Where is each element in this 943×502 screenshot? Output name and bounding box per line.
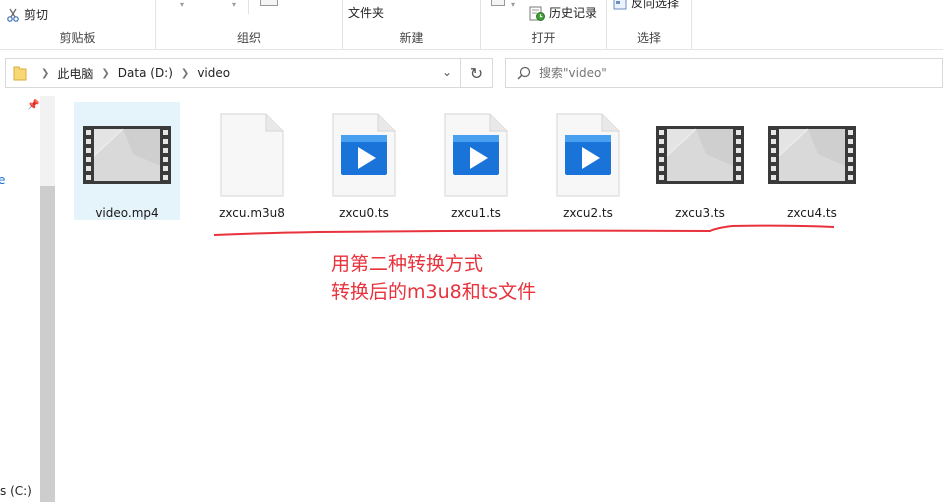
file-item[interactable]: zxcu4.ts	[759, 102, 865, 220]
cut-button[interactable]: 剪切	[6, 6, 48, 23]
folder-icon	[13, 66, 27, 81]
address-bar[interactable]: ❯ 此电脑 ❯ Data (D:) ❯ video ⌄	[5, 58, 461, 88]
video-thumbnail-icon	[768, 126, 856, 184]
file-name: zxcu.m3u8	[219, 206, 285, 220]
search-box[interactable]	[505, 58, 943, 88]
annotation-text: 用第二种转换方式 转换后的m3u8和ts文件	[331, 250, 536, 306]
navigation-row: ❯ 此电脑 ❯ Data (D:) ❯ video ⌄ ↻	[0, 50, 943, 96]
file-thumbnail	[647, 110, 753, 200]
organize-divider	[248, 0, 249, 14]
media-player-icon	[556, 113, 620, 197]
annotation-line-1: 用第二种转换方式	[331, 253, 484, 275]
video-thumbnail-icon	[656, 126, 744, 184]
file-name: zxcu3.ts	[675, 206, 725, 220]
address-dropdown-icon[interactable]: ⌄	[442, 65, 452, 79]
file-item[interactable]: zxcu3.ts	[647, 102, 753, 220]
file-name: zxcu1.ts	[451, 206, 501, 220]
file-item[interactable]: video.mp4	[74, 102, 180, 220]
move-to-dropdown-icon[interactable]: ▾	[180, 0, 184, 9]
history-icon	[529, 6, 545, 21]
video-thumbnail-icon	[83, 126, 171, 184]
select-group-label: 选择	[636, 31, 661, 45]
nav-partial-label[interactable]: e	[0, 173, 5, 187]
blank-file-icon	[220, 113, 284, 197]
open-group-label: 打开	[531, 31, 556, 45]
search-icon	[517, 66, 531, 80]
file-item[interactable]: zxcu2.ts	[535, 102, 641, 220]
navigation-scrollbar[interactable]	[40, 96, 55, 502]
history-label: 历史记录	[549, 6, 598, 20]
new-group: 文件夹 新建	[343, 0, 481, 50]
open-dropdown-icon[interactable]: ▾	[511, 0, 515, 9]
file-thumbnail	[74, 110, 180, 200]
select-group: 反向选择 选择	[607, 0, 692, 50]
file-item[interactable]: zxcu1.ts	[423, 102, 529, 220]
file-item[interactable]: zxcu.m3u8	[199, 102, 305, 220]
scissors-icon	[7, 8, 19, 22]
new-folder-button[interactable]: 文件夹	[348, 4, 384, 21]
file-name: zxcu2.ts	[563, 206, 613, 220]
history-button[interactable]: 历史记录	[529, 4, 597, 21]
organize-group-label: 组织	[236, 31, 261, 45]
file-item[interactable]: zxcu0.ts	[311, 102, 417, 220]
breadcrumb-data-drive[interactable]: Data (D:)	[118, 66, 173, 80]
properties-partial-icon[interactable]	[491, 0, 505, 6]
media-player-icon	[332, 113, 396, 197]
refresh-button[interactable]: ↻	[461, 58, 493, 88]
invert-selection-label: 反向选择	[631, 0, 680, 10]
media-player-icon	[444, 113, 508, 197]
invert-selection-button[interactable]: 反向选择	[613, 0, 679, 11]
file-thumbnail	[759, 110, 865, 200]
file-name: video.mp4	[95, 206, 159, 220]
organize-group: ▾ ▾ 组织	[156, 0, 343, 50]
scrollbar-thumb[interactable]	[40, 186, 55, 502]
clipboard-group-label: 剪贴板	[59, 31, 96, 45]
copy-to-dropdown-icon[interactable]: ▾	[232, 0, 236, 9]
cut-label: 剪切	[24, 8, 49, 22]
search-input[interactable]	[539, 66, 919, 80]
file-thumbnail	[423, 110, 529, 200]
ribbon: 剪切 剪贴板 ▾ ▾ 组织 文件夹 新建 ▾ 历史记录 打开 反向选择 选择	[0, 0, 943, 50]
breadcrumb-separator-icon[interactable]: ❯	[41, 68, 49, 79]
file-name: zxcu0.ts	[339, 206, 389, 220]
breadcrumb-video[interactable]: video	[197, 66, 230, 80]
nav-drive-c[interactable]: s (C:)	[0, 484, 32, 498]
file-thumbnail	[535, 110, 641, 200]
file-thumbnail	[311, 110, 417, 200]
annotation-line-2: 转换后的m3u8和ts文件	[331, 281, 537, 303]
file-thumbnail	[199, 110, 305, 200]
file-name: zxcu4.ts	[787, 206, 837, 220]
clipboard-group: 剪切 剪贴板	[0, 0, 156, 50]
open-group: ▾ 历史记录 打开	[481, 0, 607, 50]
new-group-label: 新建	[399, 31, 424, 45]
breadcrumb-separator-icon[interactable]: ❯	[101, 68, 109, 79]
breadcrumb-separator-icon[interactable]: ❯	[181, 68, 189, 79]
new-folder-label: 文件夹	[348, 6, 385, 20]
invert-selection-icon	[613, 0, 627, 9]
pin-icon[interactable]: 📌	[27, 100, 39, 111]
refresh-icon: ↻	[469, 63, 484, 83]
rename-partial-icon[interactable]	[260, 0, 278, 6]
breadcrumb-this-pc[interactable]: 此电脑	[57, 65, 93, 82]
